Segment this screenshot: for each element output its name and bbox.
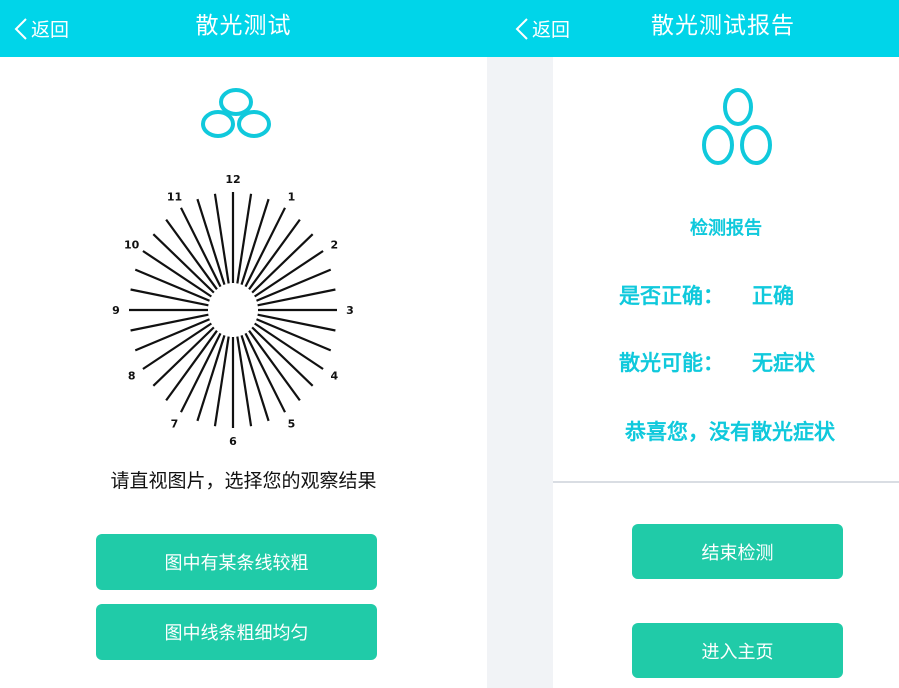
dial-line (130, 313, 209, 332)
dial-number: 1 (288, 191, 296, 204)
astigmatism-value: 无症状 (752, 351, 815, 375)
chevron-left-icon (515, 17, 529, 41)
dial-line (213, 193, 230, 284)
action-area: 结束检测 进入主页 (553, 483, 899, 688)
dial-number: 5 (288, 417, 296, 430)
result-message: 恭喜您，没有散光症状 (625, 420, 835, 444)
dial-number: 9 (112, 304, 120, 317)
dial-number: 7 (171, 417, 179, 430)
header-bar: 返回 散光测试 (0, 0, 487, 57)
dial-line (196, 198, 226, 285)
three-rings-logo-icon (201, 88, 271, 138)
dial-line (240, 335, 270, 422)
astigmatism-report-screen: 返回 散光测试报告 检测报告 是否正确： 正确 散光可能： 无症状 恭喜您，没有… (487, 0, 899, 688)
uniform-lines-button[interactable]: 图中线条粗细均匀 (96, 604, 377, 660)
end-test-button[interactable]: 结束检测 (632, 524, 843, 579)
report-heading: 检测报告 (690, 218, 762, 239)
dial-number: 3 (346, 304, 354, 317)
page-title: 散光测试报告 (651, 13, 795, 39)
header-bar: 返回 散光测试报告 (487, 0, 899, 57)
dial-line (196, 335, 226, 422)
thicker-line-button[interactable]: 图中有某条线较粗 (96, 534, 377, 590)
dial-line (134, 318, 210, 352)
dial-line (134, 268, 210, 302)
dial-number: 11 (167, 191, 182, 204)
three-rings-logo-icon (702, 88, 772, 165)
dial-line (256, 318, 332, 352)
dial-line (130, 288, 209, 307)
dial-line (256, 268, 332, 302)
page-title: 散光测试 (195, 13, 292, 39)
dial-number: 2 (330, 239, 338, 252)
dial-line (257, 288, 336, 307)
dial-number: 8 (128, 370, 136, 383)
instruction-text: 请直视图片，选择您的观察结果 (110, 470, 377, 492)
correct-label: 是否正确： (619, 284, 724, 308)
dial-line (236, 336, 253, 427)
astigmatism-label: 散光可能： (619, 351, 724, 375)
dial-number: 6 (229, 435, 237, 448)
dial-line (240, 198, 270, 285)
dial-line (213, 336, 230, 427)
dial-number: 12 (225, 173, 240, 186)
dial-line (236, 193, 253, 284)
dial-line (257, 313, 336, 332)
astigmatism-test-screen: 返回 散光测试 12 1 2 3 4 5 6 7 8 9 10 11 请直视图片，选择您的观察结果 图… (0, 0, 487, 688)
dial-number: 10 (124, 239, 140, 252)
report-card: 检测报告 是否正确： 正确 散光可能： 无症状 恭喜您，没有散光症状 (553, 57, 899, 481)
astigmatism-dial-chart: 121234567891011 (112, 173, 354, 448)
correct-value: 正确 (752, 284, 794, 308)
dial-number: 4 (330, 370, 338, 383)
go-home-button[interactable]: 进入主页 (632, 623, 843, 678)
